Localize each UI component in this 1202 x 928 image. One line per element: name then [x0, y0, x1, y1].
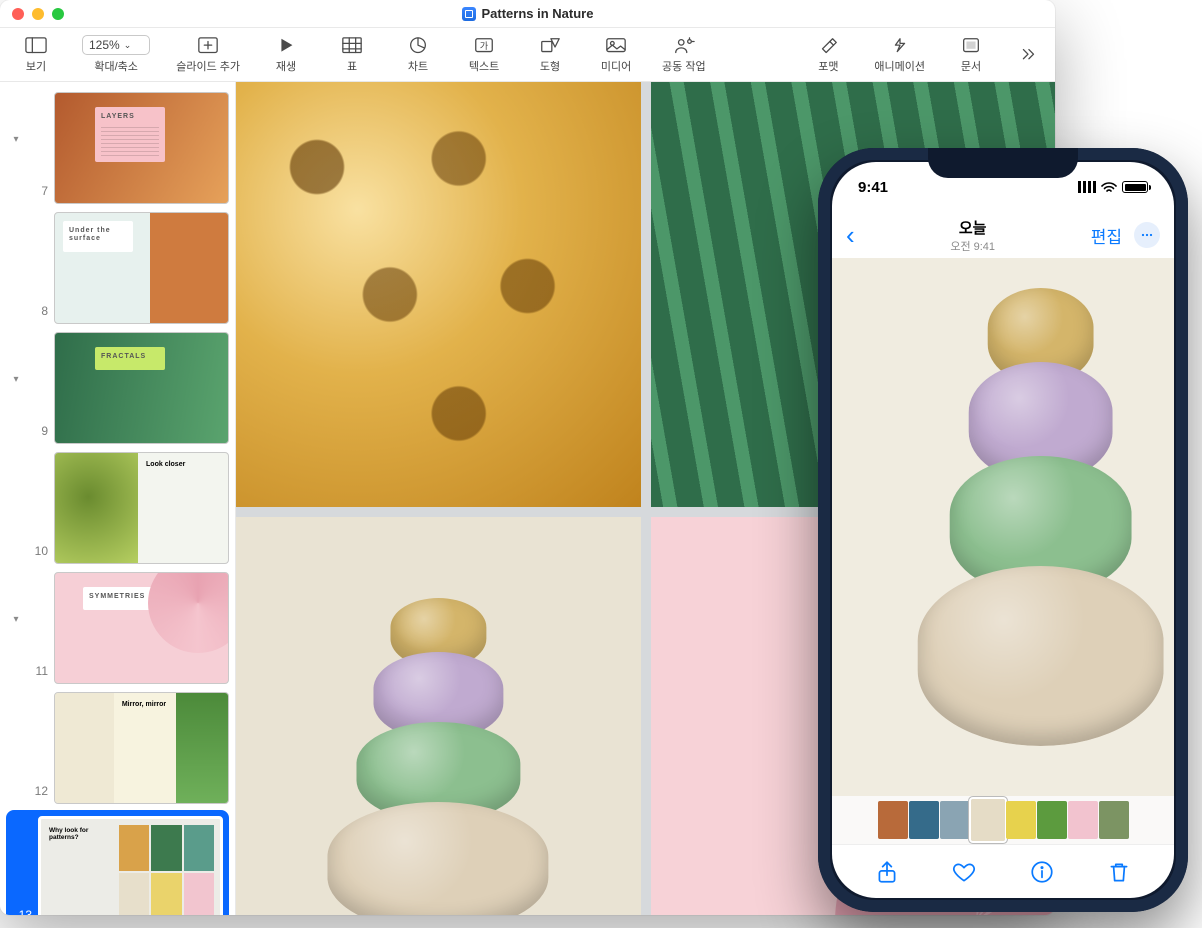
disclosure-chevron-icon[interactable]: [10, 332, 22, 385]
titlebar: Patterns in Nature: [0, 0, 1055, 28]
chart-icon: [407, 35, 429, 55]
slide-number: 11: [28, 664, 48, 684]
zoom-value: 125%: [89, 38, 120, 52]
text-button[interactable]: 가 텍스트: [464, 35, 504, 74]
slide-navigator[interactable]: 7 LAYERS 8 Under the surface 9 FRACTALS: [0, 82, 236, 915]
canvas-image-honeycomb[interactable]: [236, 82, 641, 507]
document-button[interactable]: 문서: [951, 35, 991, 74]
table-label: 표: [347, 58, 357, 74]
text-label: 텍스트: [469, 58, 499, 74]
chevron-down-icon: ⌄: [124, 40, 132, 51]
animate-button[interactable]: 애니메이션: [874, 35, 925, 74]
format-icon: [817, 35, 839, 55]
table-icon: [341, 35, 363, 55]
photos-app: 9:41 ‹ 오늘 오전 9:41 편집: [832, 162, 1174, 898]
slide-number: 10: [28, 544, 48, 564]
window-controls: [12, 8, 64, 20]
chart-label: 차트: [408, 58, 428, 74]
notch: [928, 148, 1078, 178]
media-label: 미디어: [601, 58, 631, 74]
shape-label: 도형: [540, 58, 560, 74]
back-button[interactable]: ‹: [846, 220, 855, 251]
slide-thumbnail[interactable]: 8 Under the surface: [10, 212, 229, 324]
slide-number: 9: [28, 424, 48, 444]
plus-icon: [197, 35, 219, 55]
close-button[interactable]: [12, 8, 24, 20]
filmstrip-thumb[interactable]: [1037, 801, 1067, 839]
disclosure-chevron-icon[interactable]: [10, 92, 22, 145]
chevron-double-right-icon: [1017, 45, 1039, 65]
share-button[interactable]: [874, 859, 900, 885]
filmstrip-thumb[interactable]: [940, 801, 970, 839]
slide-thumbnail[interactable]: 9 FRACTALS: [10, 332, 229, 444]
play-button[interactable]: 재생: [266, 35, 306, 74]
status-time: 9:41: [858, 179, 888, 196]
zoom-button[interactable]: [52, 8, 64, 20]
info-button[interactable]: [1029, 859, 1055, 885]
view-button[interactable]: 보기: [16, 35, 56, 74]
format-button[interactable]: 포맷: [808, 35, 848, 74]
media-icon: [605, 35, 627, 55]
minimize-button[interactable]: [32, 8, 44, 20]
media-button[interactable]: 미디어: [596, 35, 636, 74]
filmstrip-thumb-selected[interactable]: [971, 799, 1005, 841]
zoom-control[interactable]: 125% ⌄ 확대/축소: [82, 35, 150, 74]
collaborate-icon: [673, 35, 695, 55]
slide-number: 13: [12, 908, 32, 915]
filmstrip-thumb[interactable]: [878, 801, 908, 839]
view-icon: [25, 35, 47, 55]
disclosure-chevron-icon[interactable]: [10, 572, 22, 625]
toolbar: 보기 125% ⌄ 확대/축소 슬라이드 추가 재생 표 차트 가 텍스트 도형: [0, 28, 1055, 82]
shape-icon: [539, 35, 561, 55]
add-slide-button[interactable]: 슬라이드 추가: [176, 35, 240, 74]
filmstrip-thumb[interactable]: [1068, 801, 1098, 839]
view-label: 보기: [26, 58, 46, 74]
play-label: 재생: [276, 58, 296, 74]
nav-title: 오늘 오전 9:41: [950, 217, 995, 254]
play-icon: [275, 35, 297, 55]
slide-thumbnail[interactable]: 11 SYMMETRIES: [10, 572, 229, 684]
delete-button[interactable]: [1106, 859, 1132, 885]
toolbar-bottom: [832, 844, 1174, 898]
slide-thumbnail[interactable]: 12 Mirror, mirror: [10, 692, 229, 804]
document-icon: [960, 35, 982, 55]
window-title: Patterns in Nature: [72, 6, 983, 21]
slide-thumbnail[interactable]: 10 Look closer: [10, 452, 229, 564]
favorite-button[interactable]: [951, 859, 977, 885]
filmstrip-thumb[interactable]: [1099, 801, 1129, 839]
animate-label: 애니메이션: [874, 58, 925, 74]
table-button[interactable]: 표: [332, 35, 372, 74]
zoom-label: 확대/축소: [94, 58, 138, 74]
filmstrip[interactable]: [832, 796, 1174, 844]
add-slide-label: 슬라이드 추가: [176, 58, 240, 74]
battery-icon: [1122, 181, 1148, 193]
wifi-icon: [1101, 181, 1117, 193]
nav-bar: ‹ 오늘 오전 9:41 편집: [832, 212, 1174, 258]
slide-number: 8: [28, 304, 48, 324]
slide-thumbnail[interactable]: 7 LAYERS: [10, 92, 229, 204]
animate-icon: [889, 35, 911, 55]
overflow-button[interactable]: [1017, 45, 1039, 65]
collaborate-button[interactable]: 공동 작업: [662, 35, 706, 74]
filmstrip-thumb[interactable]: [909, 801, 939, 839]
cellular-icon: [1078, 181, 1096, 193]
document-proxy-icon[interactable]: [462, 7, 476, 21]
more-button[interactable]: [1134, 222, 1160, 248]
chart-button[interactable]: 차트: [398, 35, 438, 74]
slide-number: 12: [28, 784, 48, 804]
edit-button[interactable]: 편집: [1091, 223, 1122, 248]
canvas-image-urchins[interactable]: [236, 517, 641, 915]
filmstrip-thumb[interactable]: [1006, 801, 1036, 839]
document-label: 문서: [961, 58, 981, 74]
document-title-text: Patterns in Nature: [482, 6, 594, 21]
collaborate-label: 공동 작업: [662, 58, 706, 74]
slide-number: 7: [28, 184, 48, 204]
slide-thumbnail-selected[interactable]: 13 Why look for patterns?: [6, 810, 229, 915]
svg-text:가: 가: [480, 41, 489, 51]
photo-main[interactable]: [832, 258, 1174, 796]
iphone-device: 9:41 ‹ 오늘 오전 9:41 편집: [818, 148, 1188, 912]
format-label: 포맷: [818, 58, 838, 74]
text-icon: 가: [473, 35, 495, 55]
shape-button[interactable]: 도형: [530, 35, 570, 74]
